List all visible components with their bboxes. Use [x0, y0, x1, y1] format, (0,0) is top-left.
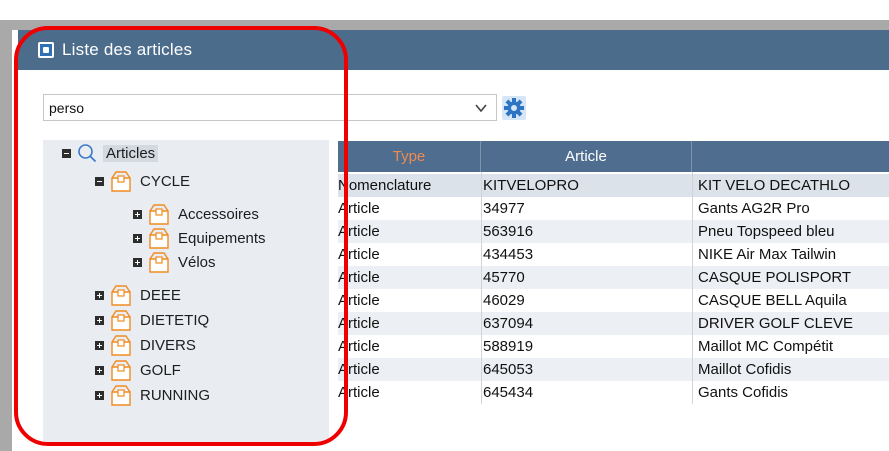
- table-row[interactable]: Article 637094 DRIVER GOLF CLEVE: [338, 312, 889, 335]
- cell-article: 434453: [483, 246, 534, 263]
- cell-article: 645434: [483, 384, 534, 401]
- table-row[interactable]: Article 45770 CASQUE POLISPORT: [338, 266, 889, 289]
- cell-designation: Maillot MC Compétit: [698, 338, 834, 355]
- table-row[interactable]: Nomenclature KITVELOPRO KIT VELO DECATHL…: [338, 174, 889, 197]
- cell-article: 45770: [483, 269, 525, 286]
- cell-designation: CASQUE BELL Aquila: [698, 292, 847, 309]
- gear-icon[interactable]: [502, 96, 526, 120]
- grid-header: Type Article: [338, 141, 889, 172]
- cell-type: Nomenclature: [338, 177, 432, 194]
- cell-article: 588919: [483, 338, 534, 355]
- table-row[interactable]: Article 645053 Maillot Cofidis: [338, 358, 889, 381]
- cell-article: 46029: [483, 292, 525, 309]
- column-divider: [692, 172, 693, 404]
- column-divider: [481, 172, 482, 404]
- cell-designation: Gants AG2R Pro: [698, 200, 810, 217]
- cell-article: 645053: [483, 361, 534, 378]
- cell-designation: NIKE Air Max Tailwin: [698, 246, 837, 263]
- cell-article: 563916: [483, 223, 534, 240]
- cell-designation: DRIVER GOLF CLEVE: [698, 315, 854, 332]
- cell-designation: CASQUE POLISPORT: [698, 269, 852, 286]
- column-header-designation[interactable]: [692, 141, 889, 172]
- table-row[interactable]: Article 588919 Maillot MC Compétit: [338, 335, 889, 358]
- screen-top-strip: [0, 0, 889, 20]
- table-row[interactable]: Article 46029 CASQUE BELL Aquila: [338, 289, 889, 312]
- table-row[interactable]: Article 434453 NIKE Air Max Tailwin: [338, 243, 889, 266]
- cell-article: 34977: [483, 200, 525, 217]
- cell-article: KITVELOPRO: [483, 177, 579, 194]
- chevron-down-icon[interactable]: [474, 102, 488, 114]
- cell-designation: Pneu Topspeed bleu: [698, 223, 835, 240]
- column-header-type[interactable]: Type: [338, 141, 481, 172]
- window-frame-left: [0, 20, 12, 451]
- column-header-article[interactable]: Article: [481, 141, 692, 172]
- highlight-annotation: [14, 26, 348, 446]
- cell-designation: KIT VELO DECATHLO: [698, 177, 850, 194]
- table-row[interactable]: Article 34977 Gants AG2R Pro: [338, 197, 889, 220]
- articles-grid: Type Article Nomenclature KITVELOPRO KIT…: [338, 141, 889, 423]
- cell-designation: Gants Cofidis: [698, 384, 789, 401]
- table-row[interactable]: Article 645434 Gants Cofidis: [338, 381, 889, 404]
- cell-designation: Maillot Cofidis: [698, 361, 792, 378]
- table-row[interactable]: Article 563916 Pneu Topspeed bleu: [338, 220, 889, 243]
- cell-article: 637094: [483, 315, 534, 332]
